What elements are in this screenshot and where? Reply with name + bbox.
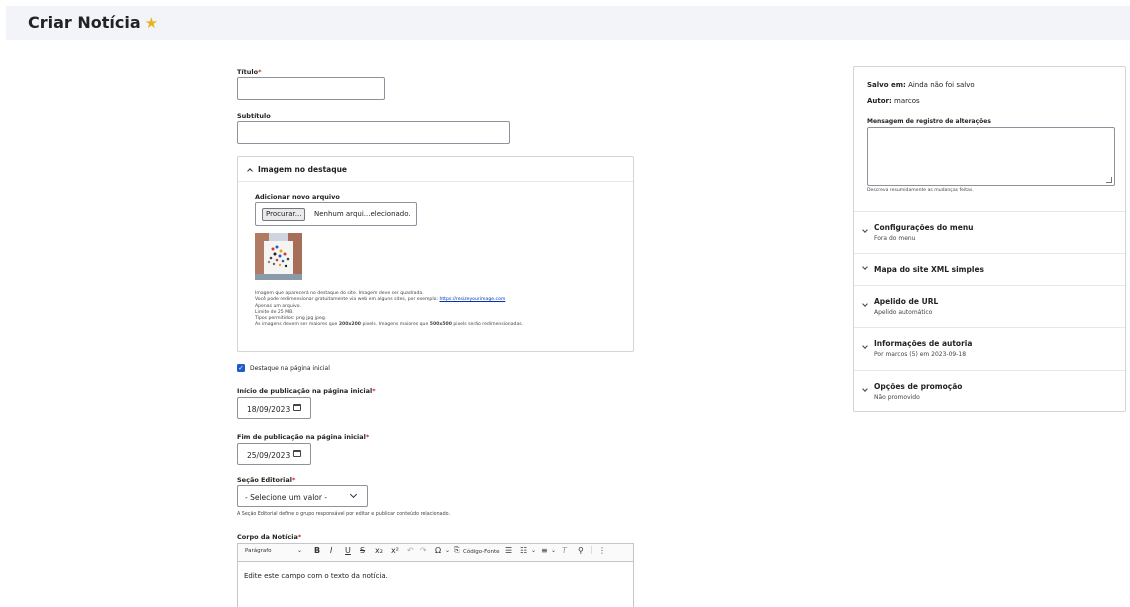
subscript-button[interactable]: x₂ [375, 546, 383, 555]
editor-toolbar: Parágrafo ⌄ B I U S x₂ x² ↶ ↷ Ω ⌄ ⎘ Códi… [238, 544, 633, 562]
title-input[interactable] [237, 77, 385, 100]
section-title: Mapa do site XML simples [874, 265, 984, 274]
page-header: Criar Notícia ★ [6, 6, 1130, 40]
align-icon[interactable]: ≡ [541, 546, 548, 555]
section-summary: Não promovido [874, 394, 920, 401]
calendar-icon[interactable] [293, 404, 301, 411]
author-status: Autor: marcos [867, 97, 920, 105]
strikethrough-button[interactable]: S [360, 546, 365, 555]
section-promotion-options[interactable]: Opções de promoção Não promovido [854, 370, 1125, 412]
revision-log-textarea[interactable] [867, 127, 1115, 186]
section-title: Apelido de URL [874, 297, 939, 306]
source-icon: ⎘ [454, 546, 460, 554]
more-options-icon[interactable]: ⋮ [598, 546, 606, 555]
source-button[interactable]: Código-Fonte [463, 549, 500, 555]
chevron-down-icon[interactable]: ⌄ [531, 547, 536, 554]
chevron-up-icon [247, 168, 253, 174]
page-title: Criar Notícia ★ [28, 13, 159, 32]
section-label: Seção Editorial* [237, 476, 296, 484]
file-upload-field[interactable]: Procurar... Nenhum arqui...elecionado. [255, 202, 417, 226]
editor-content[interactable]: Edite este campo com o texto da notícia. [244, 572, 388, 580]
image-fieldset-toggle[interactable]: Imagem no destaque [246, 165, 347, 174]
italic-button[interactable]: I [330, 546, 332, 555]
section-select[interactable]: - Selecione um valor - [237, 485, 368, 507]
revision-log-help: Descreva resumidamente as mudanças feita… [867, 188, 974, 193]
featured-checkbox[interactable]: ✓ [237, 364, 245, 372]
chevron-down-icon [862, 264, 868, 270]
underline-button[interactable]: U [345, 546, 351, 555]
section-url-alias[interactable]: Apelido de URL Apelido automático [854, 285, 1125, 327]
section-summary: Fora do menu [874, 235, 916, 242]
resize-link[interactable]: https://resizeyourimage.com [439, 297, 505, 302]
end-date-label: Fim de publicação na página inicial* [237, 433, 370, 441]
browse-button[interactable]: Procurar... [262, 208, 306, 221]
bold-button[interactable]: B [314, 546, 320, 555]
start-date-label: Início de publicação na página inicial* [237, 387, 376, 395]
image-thumbnail[interactable] [255, 233, 302, 280]
undo-icon[interactable]: ↶ [407, 546, 414, 555]
chevron-down-icon [862, 343, 868, 349]
heading-dropdown[interactable]: Parágrafo [245, 548, 272, 554]
numbered-list-icon[interactable]: ☷ [520, 546, 527, 555]
body-editor[interactable]: Parágrafo ⌄ B I U S x₂ x² ↶ ↷ Ω ⌄ ⎘ Códi… [237, 543, 634, 607]
chevron-down-icon [349, 490, 358, 499]
divider [238, 181, 633, 182]
chevron-down-icon [862, 227, 868, 233]
chevron-down-icon[interactable]: ⌄ [551, 547, 556, 554]
chevron-down-icon [862, 386, 868, 392]
image-fieldset: Imagem no destaque Adicionar novo arquiv… [237, 156, 634, 352]
section-xml-sitemap[interactable]: Mapa do site XML simples [854, 253, 1125, 285]
remove-format-icon[interactable]: T [562, 546, 567, 555]
start-date-input[interactable]: 18/09/2023 [237, 397, 311, 419]
special-characters-button[interactable]: Ω [435, 546, 441, 555]
toolbar-divider: | [590, 545, 593, 554]
body-label: Corpo da Notícia* [237, 533, 302, 541]
section-authoring-info[interactable]: Informações de autoria Por marcos (5) em… [854, 327, 1125, 370]
link-icon[interactable]: ⚲ [578, 546, 584, 555]
chevron-down-icon[interactable]: ⌄ [445, 547, 450, 554]
revision-log-label: Mensagem de registro de alterações [867, 118, 991, 125]
section-help: A Seção Editorial define o grupo respons… [237, 512, 450, 517]
chevron-down-icon [862, 301, 868, 307]
section-title: Opções de promoção [874, 382, 963, 391]
featured-label: Destaque na página inicial [250, 365, 330, 372]
upload-label: Adicionar novo arquivo [255, 193, 340, 201]
end-date-input[interactable]: 25/09/2023 [237, 443, 311, 465]
subtitle-label: Subtítulo [237, 112, 271, 120]
section-summary: Apelido automático [874, 309, 933, 316]
calendar-icon[interactable] [293, 450, 301, 457]
file-status: Nenhum arqui...elecionado. [314, 210, 411, 218]
section-summary: Por marcos (5) em 2023-09-18 [874, 351, 967, 358]
section-menu-settings[interactable]: Configurações do menu Fora do menu [854, 211, 1125, 253]
superscript-button[interactable]: x² [391, 546, 399, 555]
saved-status: Salvo em: Ainda não foi salvo [867, 81, 975, 89]
section-title: Configurações do menu [874, 223, 974, 232]
meta-sidebar: Salvo em: Ainda não foi salvo Autor: mar… [853, 66, 1126, 412]
section-title: Informações de autoria [874, 339, 973, 348]
bulleted-list-icon[interactable]: ☰ [505, 546, 512, 555]
redo-icon[interactable]: ↷ [420, 546, 427, 555]
resize-handle-icon[interactable] [1106, 177, 1112, 183]
chevron-down-icon[interactable]: ⌄ [297, 547, 302, 554]
image-help: Imagem que aparecerá no destaque do site… [255, 291, 524, 328]
subtitle-input[interactable] [237, 121, 510, 144]
title-label: Título* [237, 68, 262, 76]
star-icon[interactable]: ★ [145, 14, 158, 32]
